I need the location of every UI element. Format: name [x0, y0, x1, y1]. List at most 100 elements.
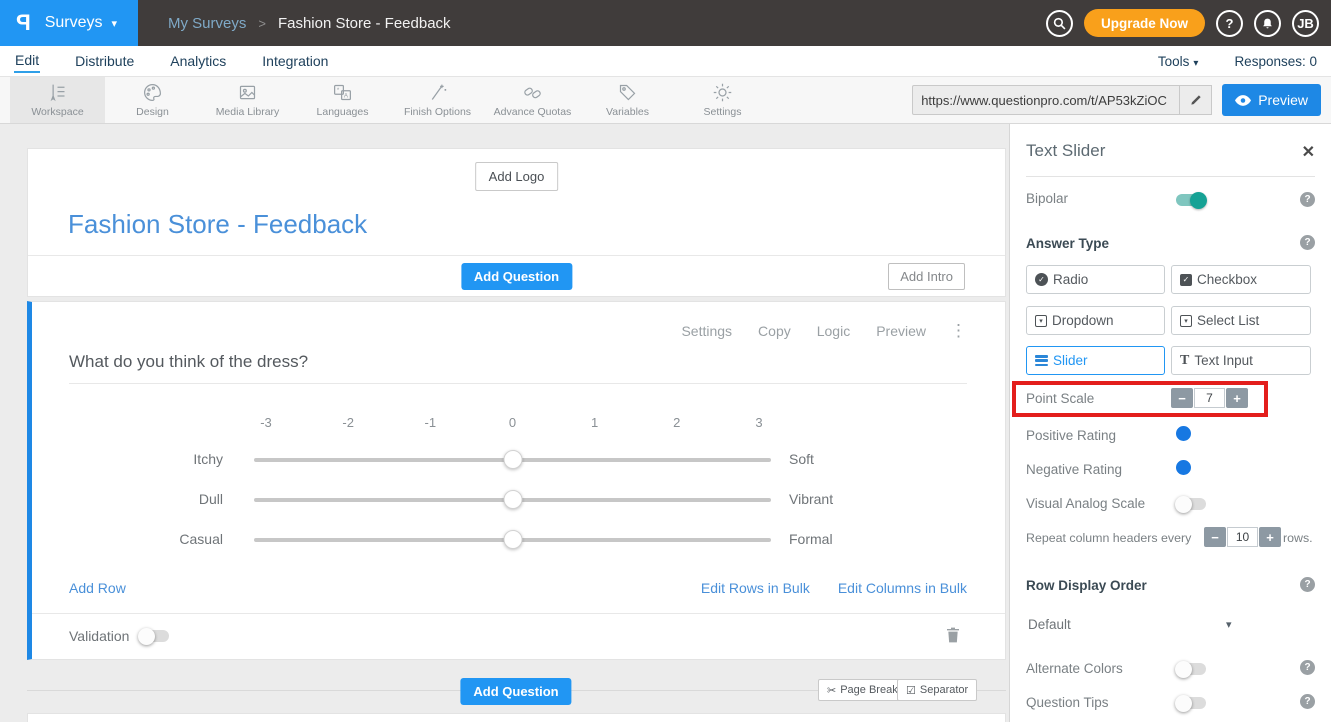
kebab-menu-icon[interactable]: ⋮: [950, 321, 967, 341]
add-logo-button[interactable]: Add Logo: [475, 162, 559, 191]
upgrade-now-button[interactable]: Upgrade Now: [1084, 9, 1205, 37]
help-icon: ?: [1226, 16, 1234, 31]
product-name: Surveys: [45, 14, 103, 32]
point-scale-label: Point Scale: [1026, 391, 1094, 406]
slider-track[interactable]: [254, 458, 771, 462]
plus-button[interactable]: +: [1226, 388, 1248, 408]
survey-title[interactable]: Fashion Store - Feedback: [68, 209, 367, 240]
settings-gear-icon: [712, 82, 733, 103]
visual-analog-scale-toggle[interactable]: [1176, 498, 1206, 510]
pencil-icon: [1189, 93, 1203, 107]
avatar[interactable]: JB: [1292, 10, 1319, 37]
toolbar-item-settings[interactable]: Settings: [675, 77, 770, 123]
answer-type-slider[interactable]: Slider: [1026, 346, 1165, 375]
slider-track[interactable]: [254, 498, 771, 502]
toolbar-item-variables[interactable]: Variables: [580, 77, 675, 123]
row-display-order-help-icon[interactable]: ?: [1300, 577, 1315, 592]
question-settings-link[interactable]: Settings: [681, 323, 732, 339]
notifications-button[interactable]: [1254, 10, 1281, 37]
scale-label: -2: [336, 415, 360, 430]
tab-analytics[interactable]: Analytics: [169, 50, 227, 72]
answer-type-help-icon[interactable]: ?: [1300, 235, 1315, 250]
point-scale-value[interactable]: 7: [1194, 388, 1225, 408]
validation-toggle[interactable]: [139, 630, 169, 642]
media-library-icon: [237, 82, 258, 103]
tab-distribute[interactable]: Distribute: [74, 50, 135, 72]
question-preview-link[interactable]: Preview: [876, 323, 926, 339]
toolbar-item-finish-options[interactable]: Finish Options: [390, 77, 485, 123]
variables-tag-icon: [617, 82, 638, 103]
negative-rating-indicator[interactable]: [1176, 460, 1191, 475]
advance-quotas-links-icon: [522, 82, 543, 103]
add-intro-button[interactable]: Add Intro: [888, 263, 965, 290]
add-question-button-bottom[interactable]: Add Question: [460, 678, 571, 705]
product-switcher[interactable]: P Surveys ▾: [0, 0, 138, 46]
answer-type-dropdown[interactable]: ▾ Dropdown: [1026, 306, 1165, 335]
bipolar-toggle[interactable]: [1176, 194, 1206, 206]
answer-type-text-input[interactable]: T Text Input: [1171, 346, 1311, 375]
positive-rating-indicator[interactable]: [1176, 426, 1191, 441]
toolbar-item-advance-quotas[interactable]: Advance Quotas: [485, 77, 580, 123]
question-text[interactable]: What do you think of the dress?: [69, 352, 308, 372]
slider-handle[interactable]: [503, 530, 522, 549]
topbar-actions: Upgrade Now ? JB: [1035, 9, 1331, 37]
help-button[interactable]: ?: [1216, 10, 1243, 37]
add-row-link[interactable]: Add Row: [69, 580, 126, 596]
edit-toolbar: Workspace Design Media Library *A Langua…: [0, 76, 1331, 124]
finish-options-wand-icon: [427, 82, 448, 103]
question-copy-link[interactable]: Copy: [758, 323, 791, 339]
plus-button[interactable]: +: [1259, 527, 1281, 547]
preview-button[interactable]: Preview: [1222, 84, 1321, 116]
minus-button[interactable]: −: [1204, 527, 1226, 547]
question-settings-panel: Text Slider ✕ Bipolar ? Answer Type ? ✓ …: [1009, 124, 1331, 722]
answer-type-radio[interactable]: ✓ Radio: [1026, 265, 1165, 294]
delete-question-button[interactable]: [945, 626, 961, 649]
search-icon: [1053, 17, 1066, 30]
row-right-label: Soft: [789, 451, 814, 467]
page-break-button[interactable]: ✂ Page Break: [818, 679, 907, 701]
panel-title: Text Slider: [1026, 141, 1105, 161]
row-display-order-select[interactable]: Default: [1028, 617, 1071, 632]
trash-icon: [945, 626, 961, 644]
toolbar-item-media-library[interactable]: Media Library: [200, 77, 295, 123]
questionpro-logo-icon: P: [16, 10, 31, 36]
divider: [69, 383, 967, 384]
add-question-button-top[interactable]: Add Question: [461, 263, 572, 290]
question-logic-link[interactable]: Logic: [817, 323, 850, 339]
chevron-down-icon: ▾: [1193, 58, 1198, 69]
bipolar-help-icon[interactable]: ?: [1300, 192, 1315, 207]
toolbar-item-design[interactable]: Design: [105, 77, 200, 123]
minus-button[interactable]: −: [1171, 388, 1193, 408]
chevron-down-icon: ▾: [111, 17, 117, 30]
repeat-headers-value[interactable]: 10: [1227, 527, 1258, 547]
toolbar-item-workspace[interactable]: Workspace: [10, 77, 105, 123]
toolbar-item-languages[interactable]: *A Languages: [295, 77, 390, 123]
answer-type-label: Answer Type: [1026, 236, 1109, 251]
survey-url-input[interactable]: [912, 85, 1180, 115]
edit-url-button[interactable]: [1180, 85, 1212, 115]
slider-handle[interactable]: [503, 490, 522, 509]
caret-down-icon[interactable]: ▾: [1226, 618, 1232, 631]
responses-count[interactable]: Responses: 0: [1234, 54, 1317, 69]
separator-button[interactable]: ☑ Separator: [897, 679, 977, 701]
alternate-colors-toggle[interactable]: [1176, 663, 1206, 675]
scale-label: -1: [418, 415, 442, 430]
tools-menu[interactable]: Tools▾: [1158, 54, 1199, 69]
question-tips-toggle[interactable]: [1176, 697, 1206, 709]
repeat-headers-stepper: − 10 +: [1204, 527, 1281, 547]
question-tips-help-icon[interactable]: ?: [1300, 694, 1315, 709]
tab-integration[interactable]: Integration: [261, 50, 329, 72]
alternate-colors-label: Alternate Colors: [1026, 661, 1123, 676]
answer-type-checkbox[interactable]: ✓ Checkbox: [1171, 265, 1311, 294]
slider-handle[interactable]: [503, 450, 522, 469]
close-icon[interactable]: ✕: [1302, 142, 1315, 162]
languages-icon: *A: [332, 82, 353, 103]
search-button[interactable]: [1046, 10, 1073, 37]
tab-edit[interactable]: Edit: [14, 49, 40, 73]
answer-type-select-list[interactable]: ▾ Select List: [1171, 306, 1311, 335]
edit-rows-in-bulk-link[interactable]: Edit Rows in Bulk: [701, 580, 810, 596]
breadcrumb-my-surveys[interactable]: My Surveys: [168, 15, 246, 32]
slider-track[interactable]: [254, 538, 771, 542]
alternate-colors-help-icon[interactable]: ?: [1300, 660, 1315, 675]
edit-columns-in-bulk-link[interactable]: Edit Columns in Bulk: [838, 580, 967, 596]
